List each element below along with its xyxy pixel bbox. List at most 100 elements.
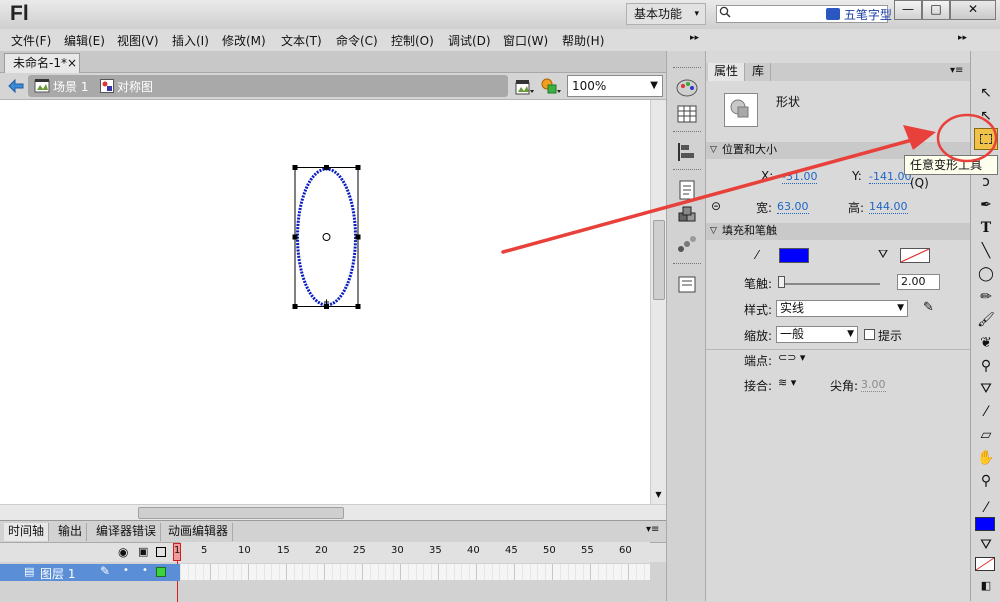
hand-tool-icon[interactable]: ✋ [974, 447, 998, 469]
frame-cell[interactable] [415, 564, 417, 580]
zoom-tool-icon[interactable]: ⚲ [974, 470, 998, 492]
frame-cell[interactable] [514, 564, 516, 580]
frame-cell[interactable] [628, 564, 630, 580]
stage-horizontal-scrollbar[interactable] [0, 504, 666, 520]
subselection-tool-icon[interactable]: ↖ [974, 105, 998, 127]
frame-cell[interactable] [468, 564, 470, 580]
motion-presets-icon[interactable] [674, 231, 700, 257]
frame-cell[interactable] [590, 564, 592, 580]
layer-row[interactable]: ▤ 图层 1 ✎ • • [0, 564, 180, 581]
swap-colors-icon[interactable]: ◧ [974, 575, 998, 597]
cap-select[interactable]: ⊂⊃ ▾ [778, 351, 805, 364]
frame-cell[interactable] [347, 564, 349, 580]
frame-cell[interactable] [567, 564, 569, 580]
frame-cell[interactable] [643, 564, 645, 580]
link-icon[interactable]: ⊝ [711, 199, 721, 213]
frame-cell[interactable] [240, 564, 242, 580]
outline-icon[interactable] [156, 547, 166, 557]
frame-cell[interactable] [332, 564, 333, 580]
frame-cell[interactable] [370, 564, 371, 580]
frame-cell[interactable] [278, 564, 280, 580]
tab-compiler-errors[interactable]: 编译器错误 [92, 523, 162, 541]
frame-cell[interactable] [400, 564, 402, 580]
stroke-size-input[interactable]: 2.00 [897, 274, 940, 290]
layer-outline-color[interactable] [156, 567, 166, 577]
zoom-select[interactable]: 100% ▼ [567, 75, 663, 97]
menu-help[interactable]: 帮助(H) [562, 32, 604, 49]
frame-cell[interactable] [286, 564, 288, 580]
bone-tool-icon[interactable]: ⚲ [974, 355, 998, 377]
deco-tool-icon[interactable]: ❦ [974, 332, 998, 354]
frame-cell[interactable] [476, 564, 478, 580]
eyedropper-tool-icon[interactable]: ⁄ [974, 401, 998, 423]
toolbox-stroke-color[interactable] [975, 517, 995, 531]
selected-ellipse-shape[interactable] [288, 162, 368, 314]
horizontal-scroll-thumb[interactable] [138, 507, 344, 519]
components-icon[interactable] [674, 203, 700, 229]
scroll-down-icon[interactable]: ▼ [651, 490, 666, 503]
color-palette-icon[interactable] [674, 75, 700, 101]
fill-color-none-swatch[interactable] [900, 248, 930, 263]
frame-cell[interactable] [187, 564, 189, 580]
maximize-button[interactable]: □ [922, 0, 950, 20]
frame-cell[interactable] [544, 564, 546, 580]
stroke-slider-track[interactable] [780, 283, 880, 285]
frame-cell[interactable] [461, 564, 463, 580]
frame-cell[interactable] [316, 564, 318, 580]
frame-cell[interactable] [248, 564, 250, 580]
info-panel-icon[interactable] [674, 177, 700, 203]
frame-cell[interactable] [362, 564, 364, 580]
tab-motion-editor[interactable]: 动画编辑器 [164, 523, 234, 541]
join-select[interactable]: ≋ ▾ [778, 376, 796, 389]
text-tool-icon[interactable]: T [974, 217, 998, 239]
frame-cell[interactable] [552, 564, 554, 580]
frame-cell[interactable] [392, 564, 394, 580]
lock-icon[interactable]: ▣ [138, 545, 148, 558]
vertical-scroll-thumb[interactable] [653, 220, 665, 300]
frame-cell[interactable] [339, 564, 341, 580]
panel-menu-icon[interactable]: ▾≡ [646, 524, 659, 535]
eye-icon[interactable]: ◉ [118, 545, 128, 559]
frame-cell[interactable] [529, 564, 531, 580]
pencil-tool-icon[interactable]: ✏ [974, 286, 998, 308]
document-tab[interactable]: 未命名-1* × [4, 53, 80, 73]
selection-tool-icon[interactable]: ↖ [974, 82, 998, 104]
align-icon[interactable] [674, 139, 700, 165]
style-select[interactable]: 实线 ▼ [776, 300, 908, 317]
frame-cell[interactable] [484, 564, 485, 580]
frame-cell[interactable] [377, 564, 379, 580]
frame-cell[interactable] [256, 564, 257, 580]
frame-cell[interactable] [324, 564, 326, 580]
frame-cell[interactable] [225, 564, 227, 580]
frame-cell[interactable] [446, 564, 447, 580]
frame-cell[interactable] [522, 564, 523, 580]
close-tab-icon[interactable]: × [67, 54, 77, 72]
frame-cell[interactable] [506, 564, 508, 580]
tab-library[interactable]: 库 [746, 63, 772, 81]
frame-cell[interactable] [263, 564, 265, 580]
frame-cell[interactable] [636, 564, 637, 580]
library-icon[interactable] [674, 271, 700, 297]
expand-panel-icon[interactable]: ▸▸ [690, 33, 699, 43]
stage-vertical-scrollbar[interactable]: ▼ [650, 100, 666, 504]
workspace-switcher[interactable]: 基本功能 ▾ [626, 3, 706, 25]
hint-checkbox[interactable] [864, 329, 875, 340]
line-tool-icon[interactable]: ╲ [974, 240, 998, 262]
paint-bucket-tool-icon[interactable]: ⛛ [974, 378, 998, 400]
frame-cell[interactable] [453, 564, 455, 580]
menu-modify[interactable]: 修改(M) [222, 32, 266, 49]
tab-timeline[interactable]: 时间轴 [4, 523, 50, 541]
edit-stroke-style-icon[interactable]: ✎ [923, 300, 934, 315]
layer-name[interactable]: 图层 1 [40, 565, 75, 582]
breadcrumb-scene[interactable]: 场景 1 [53, 78, 88, 95]
frame-cell[interactable] [613, 564, 615, 580]
back-arrow-icon[interactable] [8, 79, 24, 93]
brush-tool-icon[interactable]: 🖌 [974, 309, 998, 331]
frame-cell[interactable] [491, 564, 493, 580]
swatches-icon[interactable] [674, 101, 700, 127]
menu-debug[interactable]: 调试(D) [448, 32, 491, 49]
menu-text[interactable]: 文本(T) [281, 32, 322, 49]
frame-cell[interactable] [430, 564, 432, 580]
ime-indicator[interactable]: 五笔字型 [826, 6, 892, 23]
tab-output[interactable]: 输出 [54, 523, 88, 541]
